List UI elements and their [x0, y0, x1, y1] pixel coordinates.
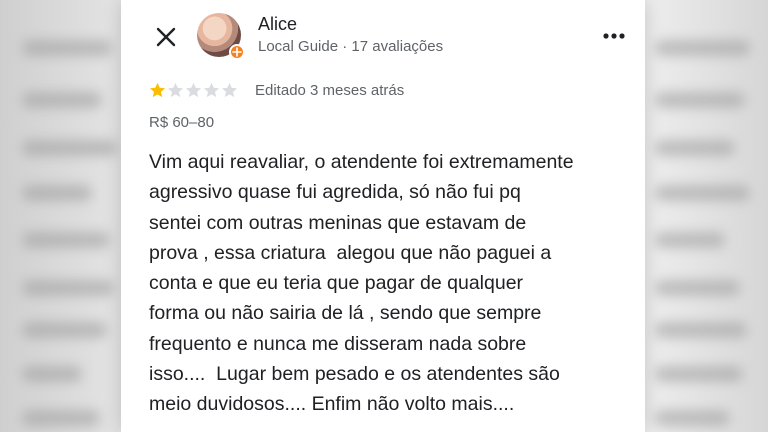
author-meta: Local Guide · 17 avaliações — [258, 38, 444, 55]
more-vert-icon — [603, 33, 625, 39]
local-guide-badge-icon — [229, 44, 245, 60]
star-icon — [203, 82, 220, 98]
review-text-line: meio duvidosos.... Enfim não volto mais.… — [149, 393, 515, 416]
review-card: Alice Local Guide · 17 avaliações Editad… — [121, 0, 645, 432]
review-text: Vim aqui reavaliar, o atendente foi extr… — [149, 147, 633, 420]
review-text-line: agressivo quase fui agredida, só não fui… — [149, 181, 521, 204]
close-icon — [156, 27, 176, 47]
review-text-line: forma ou não sairia de lá , sendo que se… — [149, 302, 542, 325]
star-icon — [185, 82, 202, 98]
star-icon — [149, 82, 166, 98]
price-range: R$ 60–80 — [149, 114, 215, 131]
review-text-line: prova , essa criatura alegou que não pag… — [149, 241, 552, 264]
star-icon — [167, 82, 184, 98]
review-text-line: frequento e nunca me disseram nada sobre — [149, 332, 527, 355]
author-name[interactable]: Alice — [258, 14, 297, 35]
more-options-button[interactable] — [601, 26, 627, 46]
star-rating — [149, 82, 238, 98]
star-icon — [221, 82, 238, 98]
close-button[interactable] — [155, 26, 177, 48]
review-text-line: isso.... Lugar bem pesado e os atendente… — [149, 363, 560, 386]
review-text-line: conta e que eu teria que pagar de qualqu… — [149, 272, 524, 295]
avatar[interactable] — [197, 13, 245, 60]
edited-label: Editado 3 meses atrás — [255, 82, 405, 99]
review-text-line: sentei com outras meninas que estavam de — [149, 211, 527, 234]
review-text-line: Vim aqui reavaliar, o atendente foi extr… — [149, 151, 574, 173]
